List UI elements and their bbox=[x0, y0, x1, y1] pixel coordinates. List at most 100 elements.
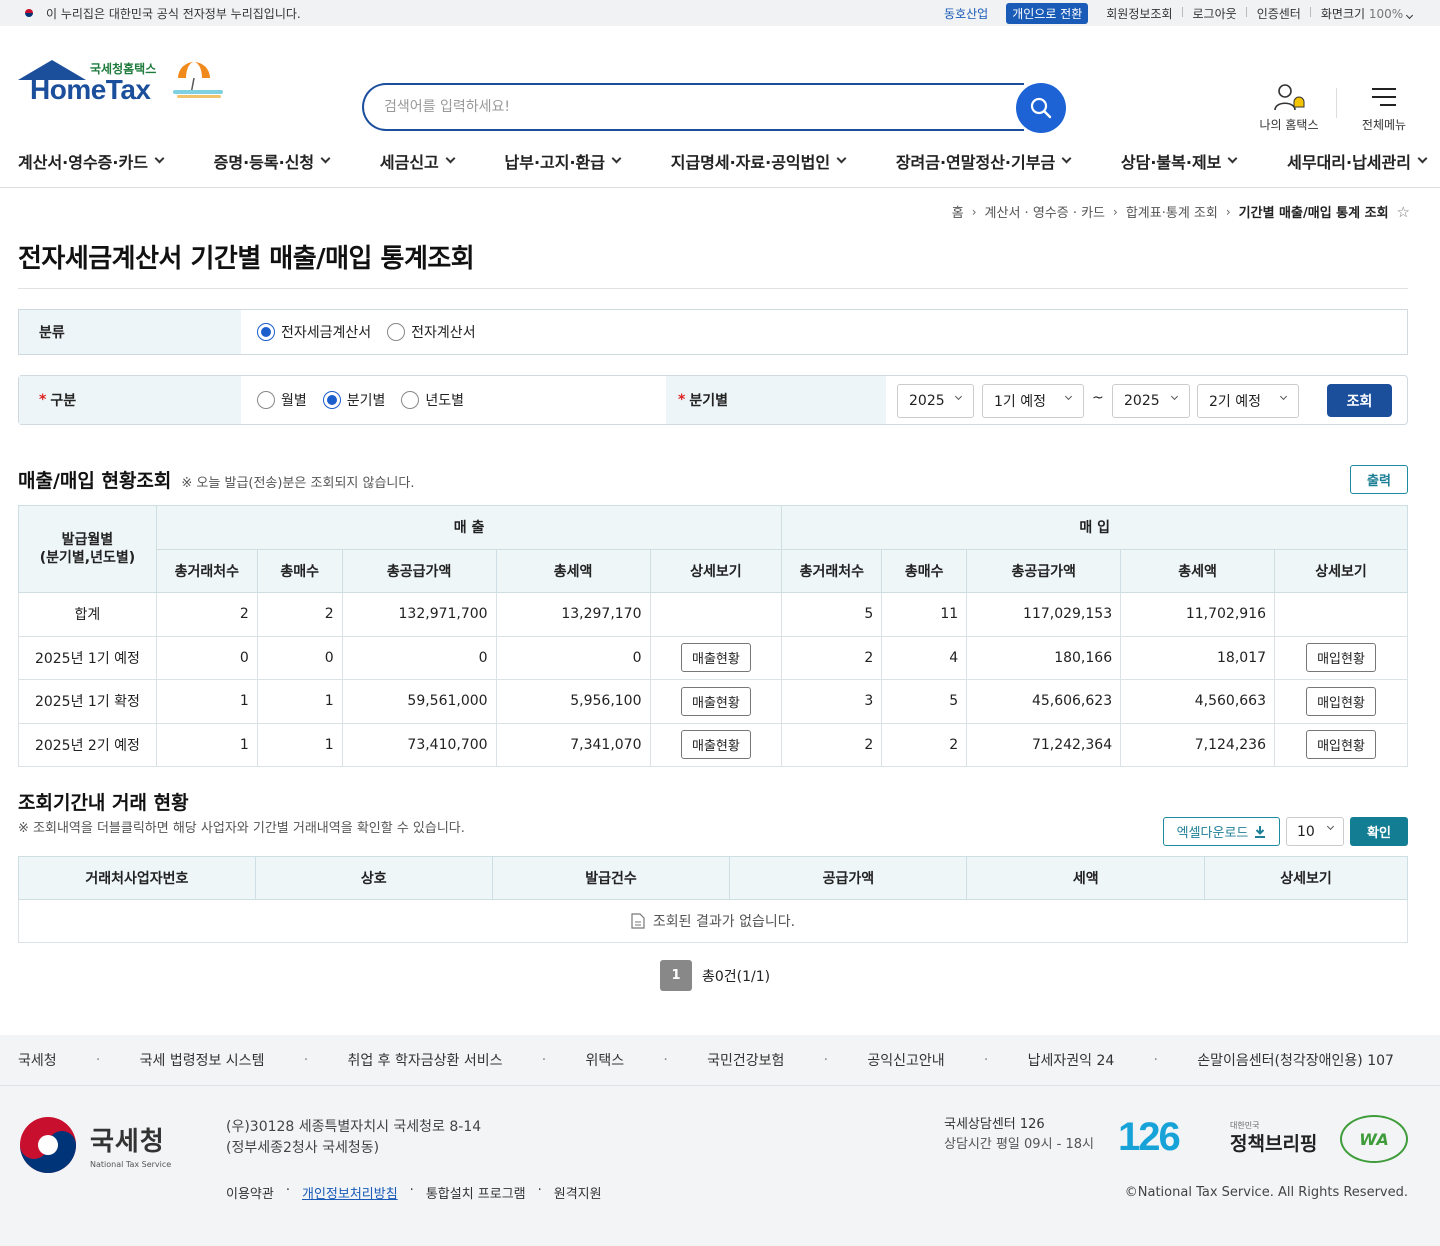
footer-link[interactable]: 손말이음센터(청각장애인용) 107 bbox=[1197, 1050, 1394, 1070]
search-icon bbox=[1030, 97, 1052, 119]
breadcrumb-item[interactable]: 합계표·통계 조회 bbox=[1126, 202, 1218, 221]
empty-message: 조회된 결과가 없습니다. bbox=[652, 914, 796, 930]
nav-certificate-registration[interactable]: 증명·등록·신청 bbox=[213, 149, 331, 173]
search-input[interactable] bbox=[384, 99, 1024, 115]
chevron-down-icon bbox=[1326, 822, 1335, 831]
radio-label: 전자계산서 bbox=[411, 325, 476, 341]
col-header: 총매수 bbox=[881, 548, 968, 593]
zoom-control[interactable]: 화면크기 100% bbox=[1311, 5, 1422, 22]
title-divider bbox=[18, 288, 1408, 289]
footer-address: (우)30128 세종특별자치시 국세청로 8-14 (정부세종2청사 국세청동… bbox=[226, 1117, 481, 1159]
purchase-detail-button[interactable]: 매입현황 bbox=[1306, 643, 1376, 673]
from-quarter-select[interactable]: 1기 예정 bbox=[982, 384, 1084, 418]
all-menu-button[interactable]: 전체메뉴 bbox=[1356, 82, 1412, 133]
member-info-link[interactable]: 회원정보조회 bbox=[1096, 5, 1183, 22]
confirm-button[interactable]: 확인 bbox=[1350, 817, 1408, 846]
chevron-down-icon bbox=[611, 153, 622, 164]
radio-e-invoice[interactable]: 전자계산서 bbox=[387, 322, 476, 342]
nts-name: 국세청 bbox=[90, 1127, 165, 1157]
radio-yearly[interactable]: 년도별 bbox=[401, 390, 464, 410]
search-button[interactable] bbox=[1016, 83, 1066, 133]
install-program-link[interactable]: 통합설치 프로그램 bbox=[426, 1183, 526, 1202]
detail-note: ※ 조회내역을 더블클릭하면 해당 사업자와 기간별 거래내역을 확인할 수 있… bbox=[18, 821, 465, 836]
table-row-total: 합계 2 2 132,971,700 13,297,170 5 11 117,0… bbox=[18, 592, 1408, 637]
radio-label: 월별 bbox=[281, 393, 307, 409]
page-size-select[interactable]: 10 bbox=[1286, 817, 1344, 846]
terms-link[interactable]: 이용약관 bbox=[226, 1183, 274, 1202]
switch-personal-button[interactable]: 개인으로 전환 bbox=[1006, 2, 1089, 24]
badge-126-logo[interactable]: 126 bbox=[1118, 1115, 1181, 1160]
quarter-label-text: 분기별 bbox=[689, 393, 728, 409]
download-icon bbox=[1255, 826, 1266, 838]
hometax-logo[interactable]: 국세청홈택스 HomeTax bbox=[18, 58, 228, 134]
footer-link[interactable]: 국세청 bbox=[18, 1050, 57, 1070]
nav-payment-statements[interactable]: 지급명세·자료·공익법인 bbox=[671, 149, 847, 173]
cell: 4,560,663 bbox=[1120, 679, 1276, 724]
nav-tax-filing[interactable]: 세금신고 bbox=[380, 149, 456, 173]
cert-center-link[interactable]: 인증센터 bbox=[1247, 5, 1312, 22]
remote-support-link[interactable]: 원격지원 bbox=[554, 1183, 602, 1202]
footer-links: 국세청 · 국세 법령정보 시스템 · 취업 후 학자금상환 서비스 · 위택스 · 국… bbox=[0, 1035, 1440, 1086]
document-icon bbox=[631, 913, 645, 929]
table-row: 2025년 2기 예정 1 1 73,410,700 7,341,070 매출현… bbox=[18, 722, 1408, 767]
purchase-detail-button[interactable]: 매입현황 bbox=[1306, 686, 1376, 716]
sales-detail-button[interactable]: 매출현황 bbox=[681, 643, 751, 673]
radio-quarterly[interactable]: 분기별 bbox=[322, 390, 385, 410]
radio-monthly[interactable]: 월별 bbox=[257, 390, 307, 410]
cell: 2 bbox=[781, 635, 883, 680]
my-hometax-button[interactable]: 나의 홈택스 bbox=[1256, 82, 1322, 133]
cell: 0 bbox=[495, 635, 651, 680]
page-number-current[interactable]: 1 bbox=[660, 960, 692, 991]
nav-payment-refund[interactable]: 납부·고지·환급 bbox=[505, 149, 622, 173]
col-header: 상세보기 bbox=[1274, 548, 1408, 593]
footer-link[interactable]: 납세자권익 24 bbox=[1028, 1050, 1115, 1070]
footer-link[interactable]: 공익신고안내 bbox=[867, 1050, 944, 1070]
nav-invoice-receipt-card[interactable]: 계산서·영수증·카드 bbox=[18, 149, 165, 173]
category-label: 분류 bbox=[19, 310, 241, 354]
nav-label: 증명·등록·신청 bbox=[213, 152, 315, 172]
category-filter-row: 분류 전자세금계산서 전자계산서 bbox=[18, 309, 1408, 355]
gov-topbar: 이 누리집은 대한민국 공식 전자정부 누리집입니다. 동호산업 개인으로 전환… bbox=[0, 0, 1440, 26]
radio-unchecked-icon bbox=[387, 323, 406, 341]
favorite-star-icon[interactable]: ☆ bbox=[1397, 203, 1410, 221]
to-year-select[interactable]: 2025 bbox=[1112, 384, 1190, 418]
chevron-down-icon bbox=[445, 153, 456, 164]
sales-detail-button[interactable]: 매출현황 bbox=[681, 686, 751, 716]
cell: 1 bbox=[256, 722, 343, 767]
nav-tax-agent[interactable]: 세무대리·납세관리 bbox=[1287, 149, 1428, 173]
cell-empty bbox=[649, 592, 783, 637]
zoom-value: 100% bbox=[1368, 6, 1404, 21]
cell: 5,956,100 bbox=[495, 679, 651, 724]
to-quarter-select[interactable]: 2기 예정 bbox=[1197, 384, 1299, 418]
policy-briefing-logo[interactable]: 대한민국 정책브리핑 bbox=[1230, 1117, 1317, 1154]
print-button[interactable]: 출력 bbox=[1350, 465, 1408, 494]
col-header: 거래처사업자번호 bbox=[18, 856, 256, 900]
footer-link[interactable]: 국민건강보험 bbox=[707, 1050, 784, 1070]
sales-detail-button[interactable]: 매출현황 bbox=[681, 730, 751, 760]
radio-e-tax-invoice[interactable]: 전자세금계산서 bbox=[257, 322, 371, 342]
nav-incentive-yearend[interactable]: 장려금·연말정산·기부금 bbox=[896, 149, 1072, 173]
footer-link[interactable]: 취업 후 학자금상환 서비스 bbox=[347, 1050, 502, 1070]
breadcrumb-separator-icon: › bbox=[1225, 204, 1231, 219]
period-label: * 구분 bbox=[19, 376, 241, 424]
chevron-down-icon bbox=[1170, 392, 1179, 401]
dot-separator: · bbox=[285, 1183, 290, 1198]
query-button[interactable]: 조회 bbox=[1327, 384, 1392, 417]
select-value: 1기 예정 bbox=[994, 394, 1046, 410]
logout-link[interactable]: 로그아웃 bbox=[1183, 5, 1247, 22]
cell: 1 bbox=[155, 679, 258, 724]
nav-consult-appeal[interactable]: 상담·불복·제보 bbox=[1121, 149, 1238, 173]
my-hometax-label: 나의 홈택스 bbox=[1259, 118, 1319, 132]
privacy-policy-link[interactable]: 개인정보처리방침 bbox=[302, 1183, 398, 1202]
from-year-select[interactable]: 2025 bbox=[897, 384, 974, 418]
excel-download-button[interactable]: 엑셀다운로드 bbox=[1163, 817, 1280, 846]
dot-separator: · bbox=[823, 1052, 829, 1068]
summary-title-text: 매출/매입 현황조회 bbox=[18, 470, 172, 492]
purchase-detail-button[interactable]: 매입현황 bbox=[1306, 730, 1376, 760]
chevron-down-icon bbox=[954, 392, 963, 401]
col-header: 총세액 bbox=[495, 548, 651, 593]
breadcrumb-item[interactable]: 계산서 · 영수증 · 카드 bbox=[985, 202, 1105, 221]
footer-link[interactable]: 위택스 bbox=[585, 1050, 624, 1070]
breadcrumb-home[interactable]: 홈 bbox=[952, 202, 964, 221]
footer-link[interactable]: 국세 법령정보 시스템 bbox=[140, 1050, 265, 1070]
